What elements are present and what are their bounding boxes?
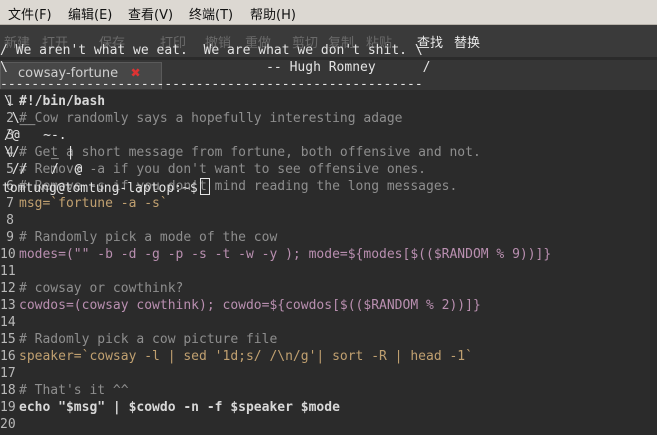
line-number: 7: [6, 196, 14, 211]
line-number: 19: [0, 400, 16, 415]
cow-art-line-5: // / @: [4, 162, 83, 177]
text-cursor: [199, 178, 210, 195]
cowsay-bubble-line-1: / We aren't what we eat. We are what we …: [0, 43, 423, 58]
code-line: # Radomly pick a cow picture file: [19, 332, 278, 347]
cow-art-line-3: /@ ~-.: [4, 128, 67, 143]
cowsay-bubble-line-2: \ -- Hugh Romney /: [0, 60, 431, 75]
line-number: 14: [0, 315, 16, 330]
code-line: modes=("" -b -d -g -p -s -t -w -y ); mod…: [19, 247, 552, 262]
terminal-prompt: tomtung@tomtung-laptop:~$: [2, 181, 198, 196]
code-line: cowdos=(cowsay cowthink); cowdo=${cowdos…: [19, 298, 481, 313]
line-number: 13: [0, 298, 16, 313]
line-number: 18: [0, 383, 16, 398]
code-line: # Randomly pick a mode of the cow: [19, 230, 278, 245]
code-line: speaker=`cowsay -l | sed '1d;s/ /\n/g'| …: [19, 349, 473, 364]
menu-terminal[interactable]: 终端(T): [189, 4, 233, 23]
line-number: 12: [0, 281, 16, 296]
code-line: #!/bin/bash: [19, 94, 106, 109]
line-number: 9: [6, 230, 14, 245]
code-line: # That's it ^^: [19, 383, 129, 398]
cow-art-line-4: \/ _ |: [4, 145, 75, 160]
code-line: # Cow randomly says a hopefully interest…: [19, 111, 403, 126]
cowsay-bubble-border: ----------------------------------------…: [0, 77, 423, 92]
line-number: 17: [0, 366, 16, 381]
menu-view[interactable]: 查看(V): [128, 4, 173, 23]
code-line: # Get a short message from fortune, both…: [19, 145, 481, 160]
line-number: 16: [0, 349, 16, 364]
toolbar-replace-label[interactable]: 替换: [454, 32, 480, 51]
line-number: 11: [0, 264, 16, 279]
menu-bar: 文件(F) 编辑(E) 查看(V) 终端(T) 帮助(H): [0, 0, 657, 25]
line-number: 15: [0, 332, 16, 347]
menu-file[interactable]: 文件(F): [8, 4, 52, 23]
line-number: 10: [0, 247, 16, 262]
cow-art-line-2: \__: [4, 111, 36, 126]
menu-edit[interactable]: 编辑(E): [68, 4, 112, 23]
menu-help[interactable]: 帮助(H): [250, 4, 296, 23]
code-line: msg=`fortune -a -s`: [19, 196, 168, 211]
code-line: # cowsay or cowthink?: [19, 281, 184, 296]
line-number: 20: [0, 417, 16, 432]
line-number: 8: [6, 213, 14, 228]
cow-art-line-1: \: [4, 94, 12, 109]
code-line: echo "$msg" | $cowdo -n -f $speaker $mod…: [19, 400, 340, 415]
terminal-prompt-line[interactable]: tomtung@tomtung-laptop:~$: [2, 178, 210, 197]
